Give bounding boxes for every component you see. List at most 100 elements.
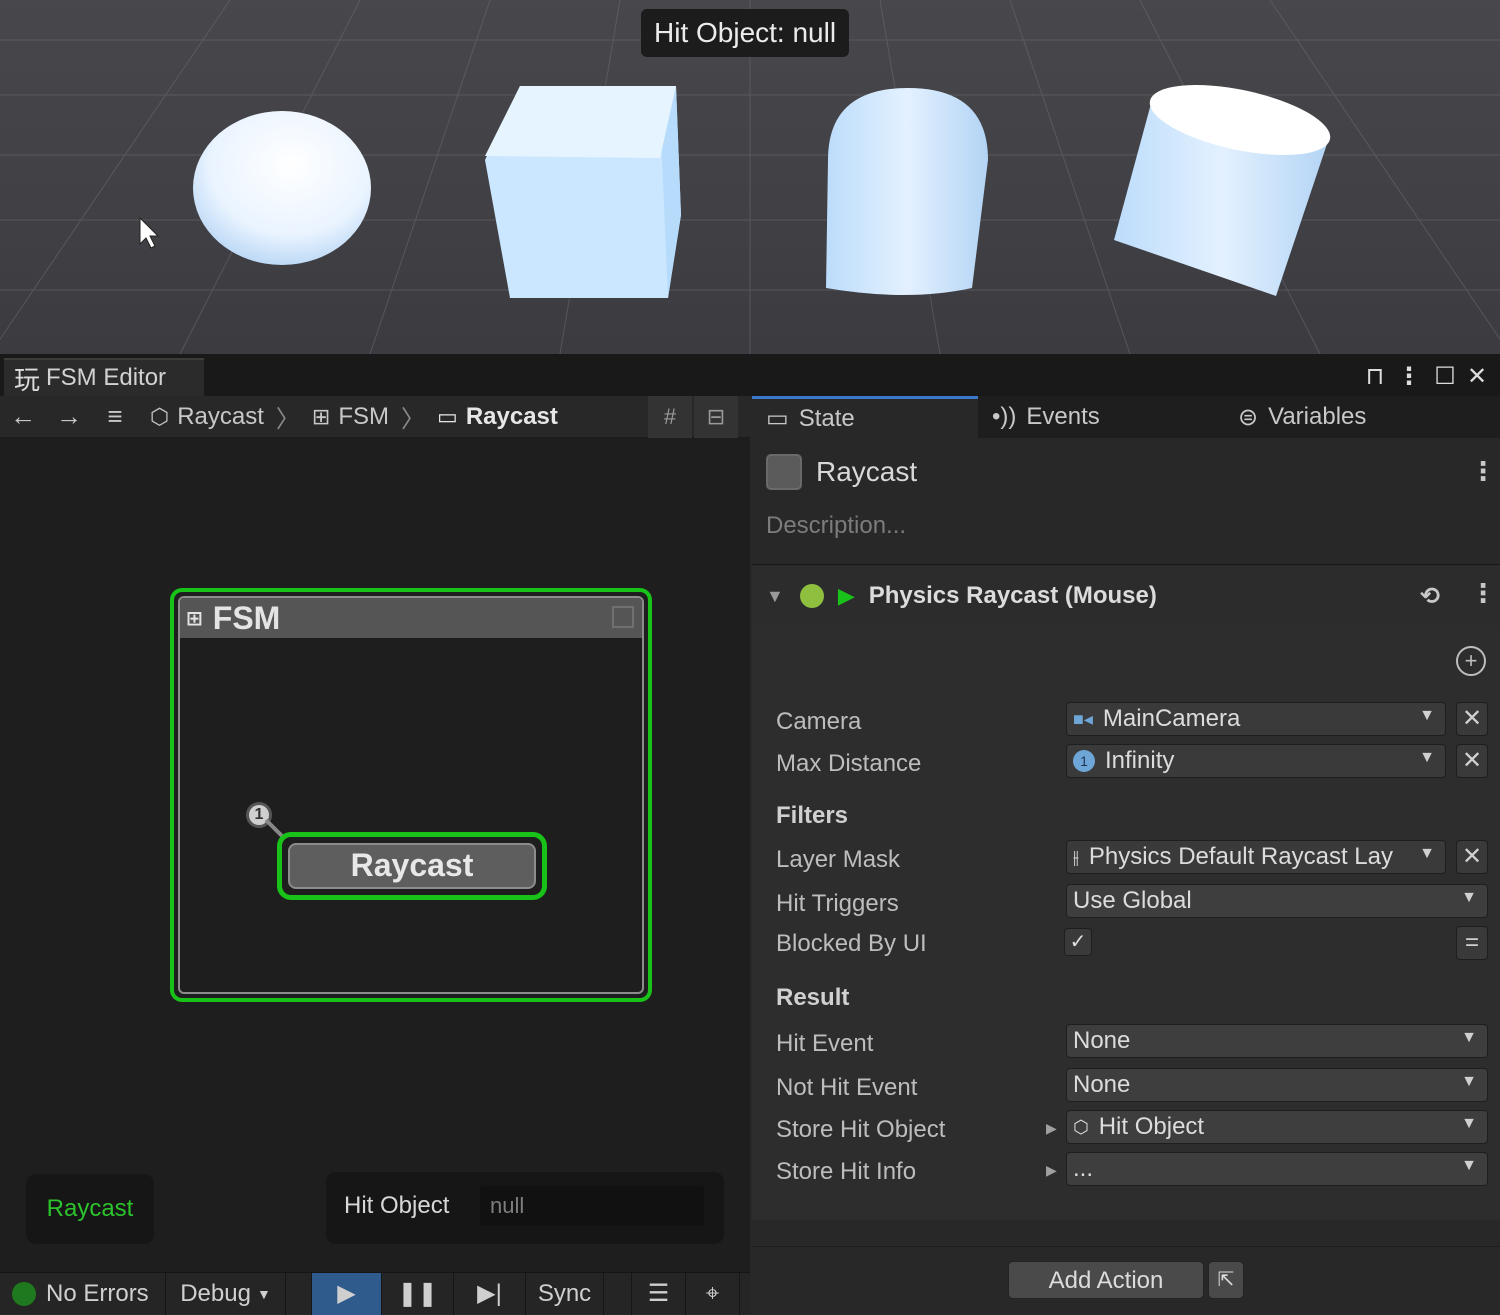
inspector-tabs: ▭ State •)) Events ⊜ Variables: [752, 396, 1500, 438]
chevron-down-icon: ▼: [256, 1285, 271, 1302]
variables-icon: ⊜: [1238, 403, 1259, 431]
layer-icon: ⫲: [1073, 846, 1079, 867]
store-hit-info-dropdown[interactable]: ... ▼: [1066, 1152, 1488, 1186]
camera-label: Camera: [776, 708, 862, 735]
expand-triangle-icon[interactable]: ▶: [1046, 1120, 1057, 1137]
error-status[interactable]: No Errors: [0, 1272, 166, 1315]
chevron-right-icon: 〉: [275, 406, 300, 433]
active-state-label: Raycast: [26, 1174, 154, 1244]
menu-icon[interactable]: ≡: [92, 401, 138, 432]
fsm-group[interactable]: ⊞ FSM: [170, 588, 652, 1002]
refresh-icon[interactable]: ⟲: [1420, 582, 1440, 611]
variable-watch: Hit Object null: [326, 1172, 724, 1244]
window-tab[interactable]: 玩 FSM Editor: [4, 358, 204, 396]
chevron-down-icon: ▼: [1419, 845, 1435, 862]
state-color-swatch[interactable]: [766, 454, 802, 490]
scene-viewport[interactable]: Hit Object: null: [0, 0, 1500, 354]
hit-triggers-dropdown[interactable]: Use Global ▼: [1066, 884, 1488, 918]
list-icon: ☰: [647, 1280, 670, 1307]
expand-triangle-icon[interactable]: ▶: [1046, 1162, 1057, 1179]
play-button[interactable]: ▶: [312, 1272, 382, 1315]
step-button[interactable]: ▶|: [454, 1272, 526, 1315]
add-action-bar: Add Action ⇱: [752, 1246, 1500, 1314]
state-menu-icon[interactable]: ⋮: [1470, 456, 1496, 487]
action-menu-icon[interactable]: ⋮: [1470, 578, 1496, 609]
camera-field[interactable]: ■◂ MainCamera ▼: [1066, 702, 1446, 736]
add-action-button[interactable]: Add Action: [1008, 1261, 1204, 1299]
state-icon: ▭: [437, 403, 458, 429]
expand-icon[interactable]: [612, 606, 634, 628]
chevron-down-icon: ▼: [1461, 889, 1477, 906]
store-hit-object-dropdown[interactable]: ⬡ Hit Object ▼: [1066, 1110, 1488, 1144]
max-distance-field[interactable]: 1 Infinity ▼: [1066, 744, 1446, 778]
hierarchy-icon: ⊞: [186, 607, 203, 630]
layout-icon[interactable]: ⊟: [694, 396, 738, 438]
chevron-right-icon: 〉: [401, 406, 426, 433]
status-indicator: [12, 1281, 36, 1306]
pause-button[interactable]: ❚❚: [382, 1272, 454, 1315]
lock-icon[interactable]: ⊓: [1360, 362, 1390, 391]
camera-clear-button[interactable]: ✕: [1456, 702, 1488, 736]
description-field[interactable]: Description...: [766, 512, 906, 540]
chevron-down-icon: ▼: [1419, 707, 1435, 724]
state-node-raycast[interactable]: Raycast: [277, 832, 547, 900]
sphere-object: [193, 111, 371, 265]
tab-state[interactable]: ▭ State: [752, 396, 978, 438]
hit-object-label: Hit Object: null: [641, 9, 850, 57]
chevron-down-icon: ▼: [1419, 749, 1435, 766]
log-button[interactable]: ☰: [632, 1272, 686, 1315]
sync-button[interactable]: Sync: [526, 1272, 604, 1315]
chevron-down-icon: ▼: [1461, 1115, 1477, 1132]
back-arrow-icon[interactable]: ←: [0, 401, 46, 432]
window-menu-icon[interactable]: ⋮: [1394, 362, 1424, 391]
not-hit-event-dropdown[interactable]: None ▼: [1066, 1068, 1488, 1102]
pause-icon: ❚❚: [397, 1280, 438, 1307]
close-icon[interactable]: ✕: [1462, 362, 1492, 391]
add-parameter-icon[interactable]: +: [1456, 646, 1486, 676]
open-action-browser-icon[interactable]: ⇱: [1208, 1261, 1244, 1299]
blocked-by-ui-checkbox[interactable]: ✓: [1064, 928, 1092, 956]
max-distance-label: Max Distance: [776, 750, 922, 777]
store-hit-object-label: Store Hit Object: [776, 1116, 946, 1143]
filters-heading: Filters: [776, 802, 849, 829]
window-titlebar: 玩 FSM Editor ⊓ ⋮ ☐ ✕: [0, 354, 1500, 396]
broadcast-icon: •)): [992, 403, 1017, 430]
play-icon: ▶: [337, 1280, 356, 1307]
fsm-title: FSM: [212, 599, 281, 636]
hit-event-dropdown[interactable]: None ▼: [1066, 1024, 1488, 1058]
action-properties: + Camera ■◂ MainCamera ▼ ✕ Max Distance …: [752, 626, 1500, 1220]
breadcrumb-state[interactable]: ▭ Raycast: [437, 403, 558, 431]
state-icon: ▭: [766, 405, 789, 432]
chevron-down-icon: ▼: [1461, 1157, 1477, 1174]
layer-mask-label: Layer Mask: [776, 846, 901, 873]
step-icon: ▶|: [477, 1280, 502, 1307]
crosshair-icon: ⌖: [705, 1279, 720, 1307]
target-button[interactable]: ⌖: [686, 1272, 740, 1315]
hierarchy-icon: ⊞: [311, 403, 331, 429]
capsule-object: [826, 88, 988, 295]
forward-arrow-icon[interactable]: →: [46, 401, 92, 432]
grid-toggle-icon[interactable]: #: [648, 396, 692, 438]
state-name-field[interactable]: Raycast: [816, 456, 917, 488]
mouse-cursor-icon: [139, 216, 160, 249]
action-header[interactable]: ▼ ▶ Physics Raycast (Mouse) ⟲ ⋮: [752, 566, 1500, 626]
maximize-icon[interactable]: ☐: [1430, 362, 1460, 391]
tab-events[interactable]: •)) Events: [978, 396, 1224, 438]
debug-dropdown[interactable]: Debug ▼: [166, 1272, 286, 1315]
chevron-down-icon: ▼: [1461, 1029, 1477, 1046]
breadcrumb-gameobject[interactable]: ⬡ Raycast 〉: [150, 399, 300, 434]
fsm-editor-window: 玩 FSM Editor ⊓ ⋮ ☐ ✕ ← → ≡ ⬡ Raycast 〉 ⊞…: [0, 354, 1500, 1315]
enabled-toggle-icon[interactable]: [799, 584, 824, 608]
graph-panel: ← → ≡ ⬡ Raycast 〉 ⊞ FSM 〉 ▭ Raycast # ⊟: [0, 396, 750, 1315]
fsm-editor-icon: 玩: [14, 364, 41, 395]
debug-toolbar: No Errors Debug ▼ ▶ ❚❚ ▶| Sync ☰ ⌖: [0, 1272, 750, 1315]
max-distance-clear-button[interactable]: ✕: [1456, 744, 1488, 778]
cube-icon: ⬡: [1073, 1116, 1089, 1137]
collapse-triangle-icon[interactable]: ▼: [766, 586, 784, 607]
layer-mask-field[interactable]: ⫲ Physics Default Raycast Lay ▼: [1066, 840, 1446, 874]
layer-mask-clear-button[interactable]: ✕: [1456, 840, 1488, 874]
blocked-by-ui-options-button[interactable]: =: [1456, 926, 1488, 960]
tab-variables[interactable]: ⊜ Variables: [1224, 396, 1500, 438]
breadcrumb-fsm[interactable]: ⊞ FSM 〉: [312, 399, 425, 434]
result-heading: Result: [776, 984, 850, 1011]
